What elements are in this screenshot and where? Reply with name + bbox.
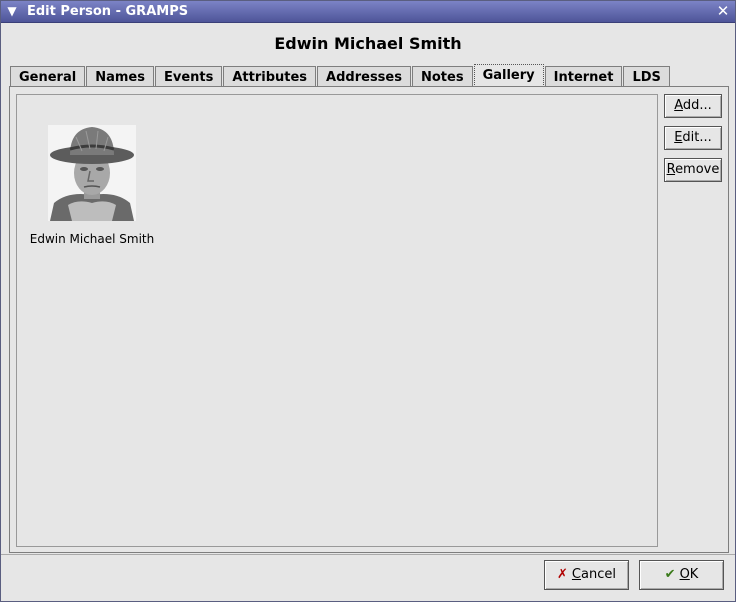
cancel-x-icon: ✗ — [557, 567, 568, 582]
remove-button[interactable]: Remove — [664, 158, 722, 182]
add-button[interactable]: Add... — [664, 94, 722, 118]
add-button-mnemonic: A — [674, 98, 683, 113]
remove-button-mnemonic: R — [666, 162, 676, 177]
person-name-heading: Edwin Michael Smith — [274, 34, 462, 53]
window-title: Edit Person - GRAMPS — [27, 4, 189, 19]
tab-general[interactable]: General — [10, 66, 86, 87]
edit-button-label: dit... — [682, 130, 712, 145]
edit-button[interactable]: Edit... — [664, 126, 722, 150]
tab-gallery[interactable]: Gallery — [473, 64, 544, 87]
window-menu-icon[interactable]: ▼ — [4, 3, 20, 19]
ok-button-mnemonic: O — [679, 567, 690, 582]
tab-bar: General Names Events Attributes Addresse… — [10, 64, 671, 87]
ok-button[interactable]: ✔ OK — [639, 560, 724, 590]
portrait-photo-icon — [48, 125, 136, 221]
cancel-button[interactable]: ✗ Cancel — [544, 560, 629, 590]
tab-internet[interactable]: Internet — [544, 66, 623, 87]
separator — [1, 554, 735, 555]
remove-button-label: emove — [675, 162, 720, 177]
gallery-thumbnail[interactable] — [48, 125, 136, 221]
ok-check-icon: ✔ — [664, 567, 676, 582]
add-button-label: dd... — [682, 98, 712, 113]
tab-lds[interactable]: LDS — [623, 66, 670, 87]
tab-addresses[interactable]: Addresses — [317, 66, 411, 87]
cancel-button-label: ancel — [581, 567, 616, 582]
close-icon[interactable]: ✕ — [715, 3, 731, 19]
title-bar[interactable]: ▼ Edit Person - GRAMPS ✕ — [1, 1, 735, 23]
edit-person-window: ▼ Edit Person - GRAMPS ✕ Edwin Michael S… — [0, 0, 736, 602]
cancel-button-mnemonic: C — [571, 567, 581, 582]
ok-button-label: K — [689, 567, 699, 582]
tab-events[interactable]: Events — [154, 66, 223, 87]
tab-names[interactable]: Names — [86, 66, 154, 87]
tab-attributes[interactable]: Attributes — [223, 66, 317, 87]
gallery-item-caption: Edwin Michael Smith — [29, 232, 155, 246]
tab-notes[interactable]: Notes — [411, 66, 473, 87]
